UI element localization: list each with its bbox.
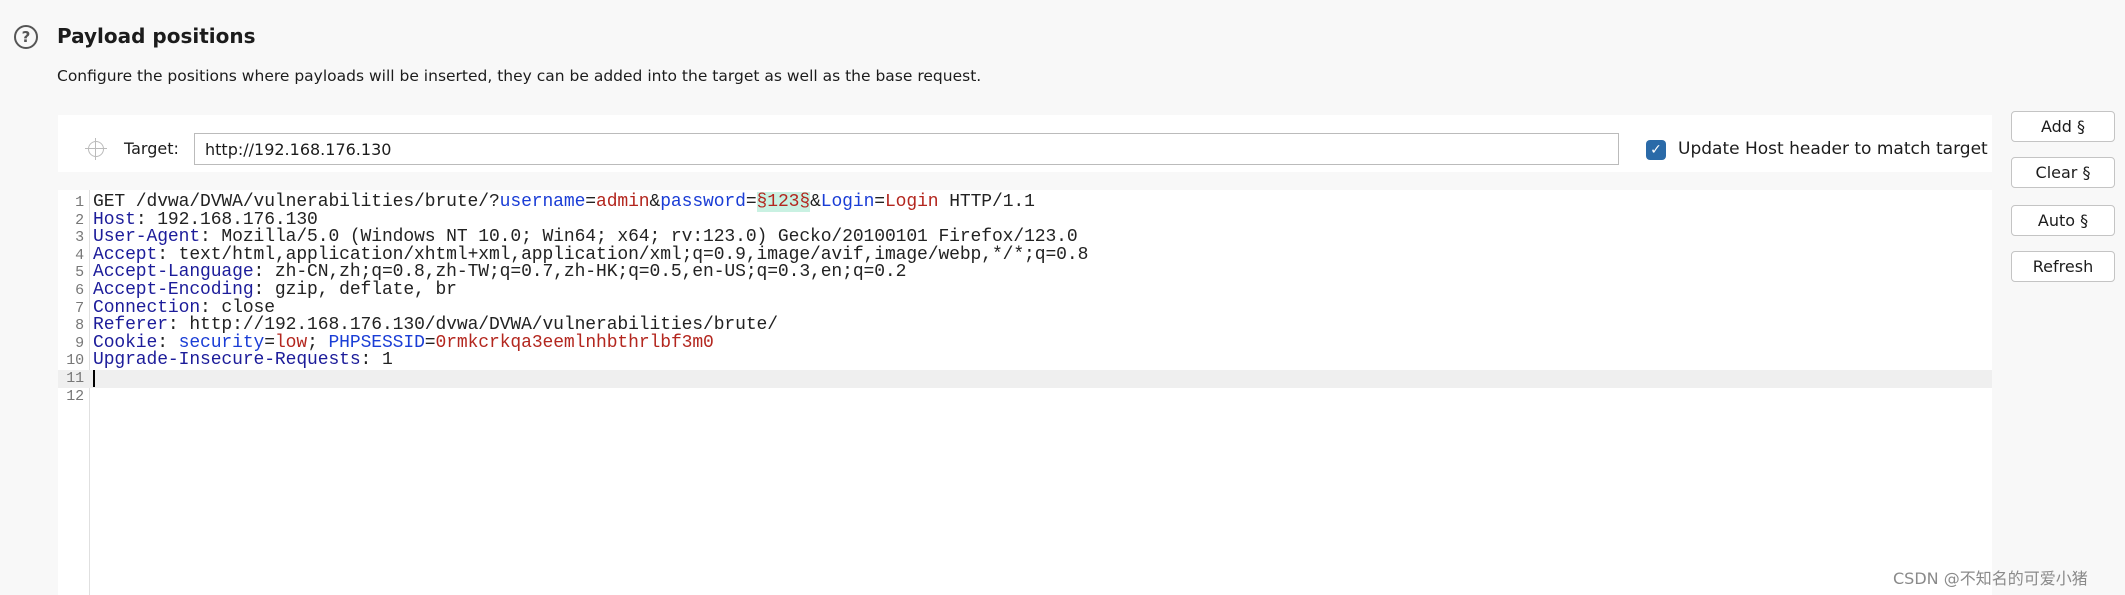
request-line[interactable]: 11 <box>58 369 1992 389</box>
code-token-plain: : 1 <box>360 350 393 371</box>
code-token-plain: & <box>649 192 661 212</box>
target-input[interactable] <box>194 133 1619 165</box>
code-token-plain: = <box>745 192 757 212</box>
line-code <box>93 369 95 389</box>
line-number: 11 <box>66 369 84 387</box>
code-token-plain: : gzip, deflate, br <box>253 279 457 300</box>
update-host-checkbox[interactable]: ✓ <box>1646 140 1666 160</box>
line-code: Upgrade-Insecure-Requests: 1 <box>93 350 393 371</box>
request-line[interactable]: 1 GET /dvwa/DVWA/vulnerabilities/brute/?u… <box>58 192 1992 212</box>
code-token-pval: admin <box>596 192 650 212</box>
code-token-plain: = <box>424 332 436 353</box>
text-cursor <box>93 369 95 387</box>
update-host-label[interactable]: Update Host header to match target <box>1678 139 1988 159</box>
line-number: 9 <box>75 334 84 352</box>
auto-payload-markers-button[interactable]: Auto § <box>2011 205 2115 236</box>
watermark: CSDN @不知名的可爱小猪 <box>1893 569 2088 588</box>
section-description: Configure the positions where payloads w… <box>57 67 982 85</box>
line-number: 12 <box>66 387 84 405</box>
line-number: 7 <box>75 299 84 317</box>
line-number: 5 <box>75 264 84 282</box>
code-token-pname: username <box>499 192 586 212</box>
line-number: 3 <box>75 229 84 247</box>
line-number: 6 <box>75 281 84 299</box>
line-number: 1 <box>75 194 84 211</box>
code-token-pname: password <box>660 192 746 212</box>
request-line[interactable]: 10 Upgrade-Insecure-Requests: 1 <box>58 350 1992 371</box>
request-line[interactable]: 12 <box>58 388 1992 406</box>
code-token-pname: Login <box>820 192 875 212</box>
clear-payload-markers-button[interactable]: Clear § <box>2011 157 2115 188</box>
line-number: 8 <box>75 317 84 335</box>
add-payload-marker-button[interactable]: Add § <box>2011 111 2115 142</box>
line-number: 4 <box>75 246 84 264</box>
line-number: 10 <box>66 352 84 370</box>
code-token-plain: HTTP/1.1 <box>938 192 1035 212</box>
line-number: 2 <box>75 211 84 229</box>
page-title: Payload positions <box>57 24 256 48</box>
code-token-key: Upgrade-Insecure-Requests <box>93 350 361 371</box>
request-lines[interactable]: 1 GET /dvwa/DVWA/vulnerabilities/brute/?u… <box>58 192 1992 406</box>
payload-marker: §123§ <box>756 192 811 212</box>
code-token-pval: 0rmkcrkqa3eemlnhbthrlbf3m0 <box>435 332 714 353</box>
code-token-plain: & <box>810 192 821 212</box>
target-label: Target: <box>124 139 179 158</box>
code-token-pval: Login <box>884 192 939 212</box>
refresh-button[interactable]: Refresh <box>2011 251 2115 282</box>
request-line[interactable]: 6 Accept-Encoding: gzip, deflate, br <box>58 279 1992 300</box>
crosshair-icon <box>85 138 107 160</box>
help-icon[interactable]: ? <box>14 25 38 49</box>
code-token-plain: = <box>874 192 885 212</box>
code-token-plain: = <box>585 192 596 212</box>
